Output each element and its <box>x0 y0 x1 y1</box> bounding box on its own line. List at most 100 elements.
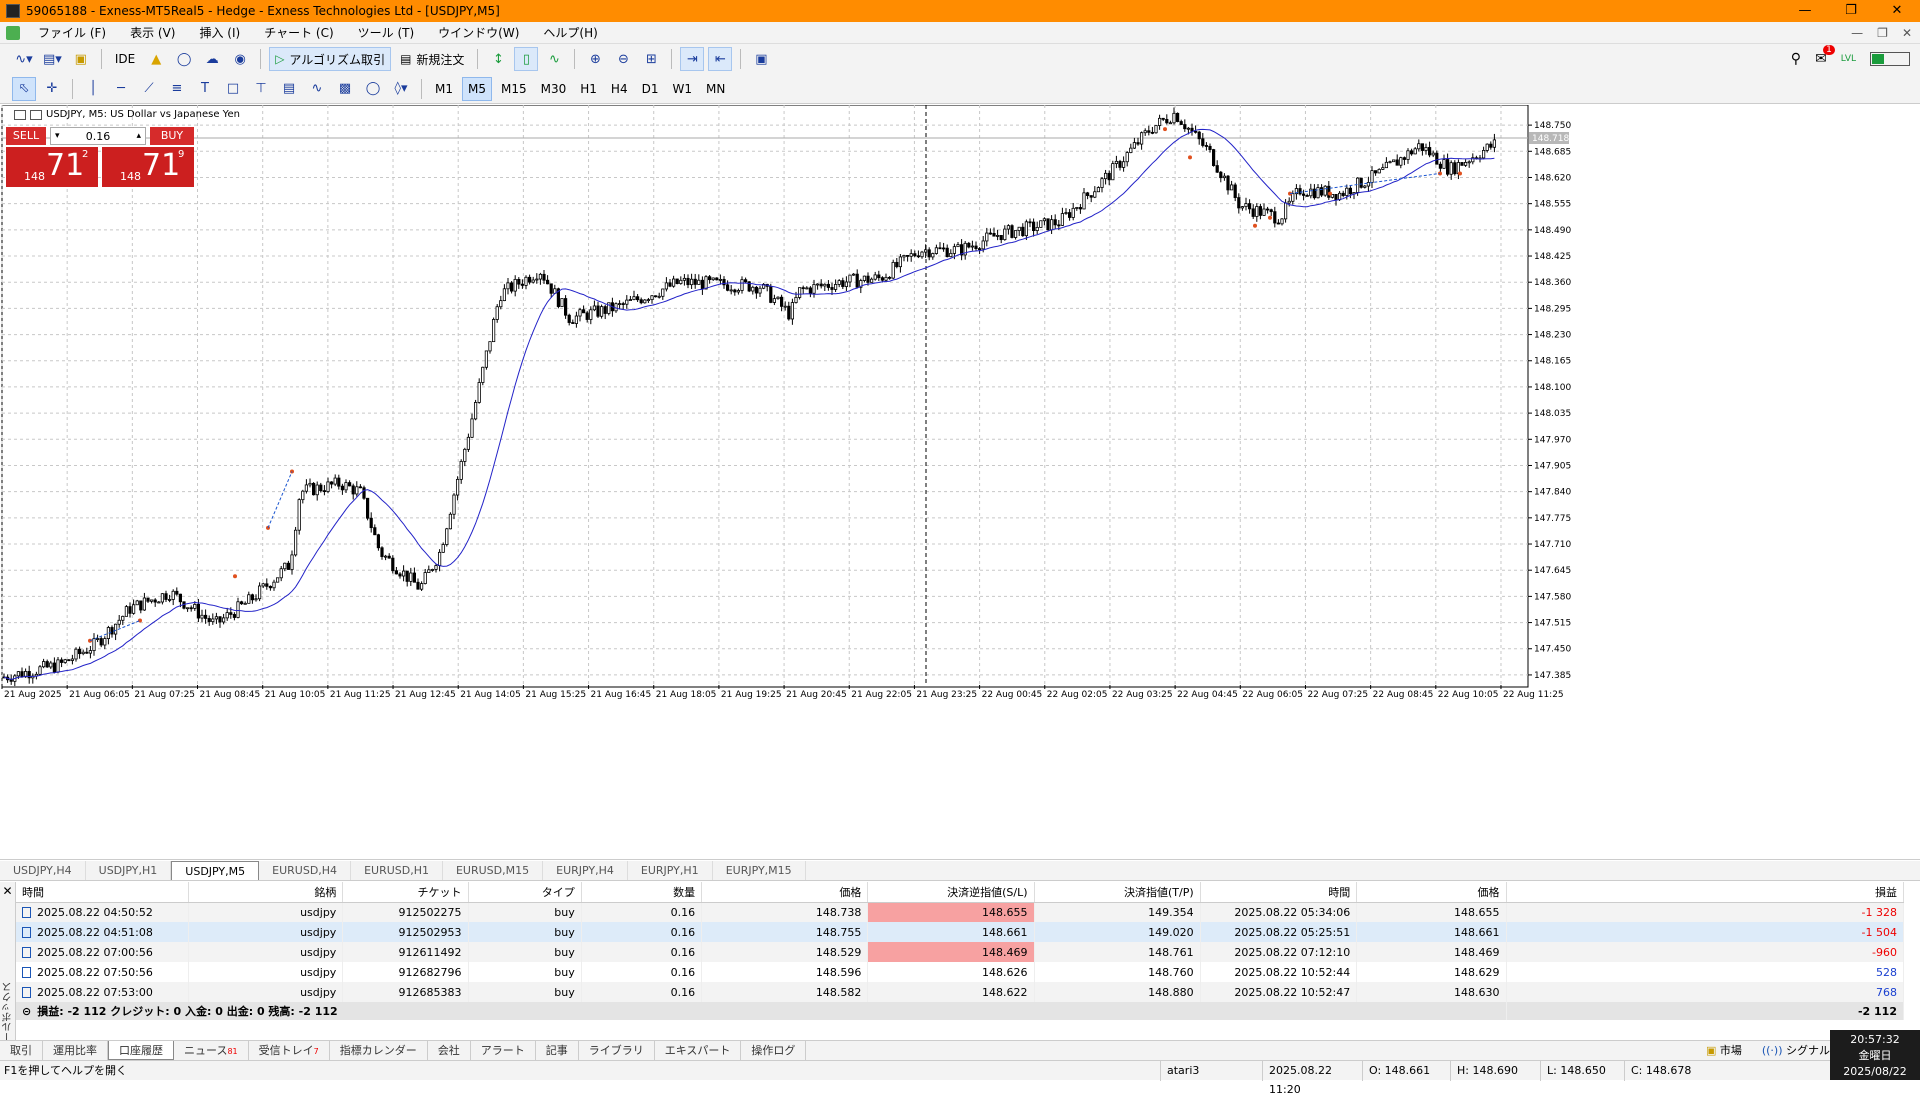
channel-icon[interactable]: ≡ <box>165 77 189 101</box>
more-shapes-icon[interactable]: ◊▾ <box>389 77 413 101</box>
column-header[interactable]: 数量 <box>581 882 703 903</box>
bottom-tab[interactable]: 取引 <box>0 1041 43 1060</box>
ide-button[interactable]: IDE <box>110 47 140 71</box>
bag-icon[interactable]: ▲ <box>144 47 168 71</box>
timeframe-h4[interactable]: H4 <box>606 77 633 101</box>
timeframe-w1[interactable]: W1 <box>667 77 697 101</box>
table-row[interactable]: 2025.08.22 07:50:56 usdjpy 912682796 buy 0.1… <box>16 962 1905 982</box>
chart-type-icon[interactable]: ∿▾ <box>12 47 36 71</box>
chart-tab[interactable]: EURJPY,H4 <box>543 861 628 880</box>
menu-insert[interactable]: 挿入 (I) <box>187 24 252 41</box>
autoscroll-icon[interactable]: ⇥ <box>680 47 705 71</box>
algo-trading-button[interactable]: ▷ アルゴリズム取引 <box>269 47 392 71</box>
templates-icon[interactable]: ▤▾ <box>40 47 65 71</box>
signals-button[interactable]: ((·)) シグナル <box>1762 1041 1830 1061</box>
column-header[interactable]: 決済逆指値(S/L) <box>867 882 1035 903</box>
timeframe-m5[interactable]: M5 <box>462 76 492 101</box>
menu-window[interactable]: ウインドウ(W) <box>426 24 531 41</box>
column-header[interactable]: 銘柄 <box>188 882 344 903</box>
column-header[interactable]: 損益 <box>1506 882 1905 903</box>
lot-size-input[interactable]: ▾ 0.16 ▴ <box>50 127 146 145</box>
close-toolbox-icon[interactable]: ✕ <box>0 884 15 898</box>
collapse-icon[interactable]: ⊝ <box>22 1005 31 1018</box>
chart-tab[interactable]: EURJPY,H1 <box>628 861 713 880</box>
cloud-icon[interactable]: ☁ <box>200 47 224 71</box>
tile-windows-icon[interactable]: ⊞ <box>639 47 663 71</box>
menu-tools[interactable]: ツール (T) <box>346 24 427 41</box>
cursor-icon[interactable]: ⬁ <box>12 76 36 101</box>
objects-icon[interactable]: ▤ <box>277 77 301 101</box>
sell-price[interactable]: 148 71 2 <box>6 147 98 187</box>
screenshot-icon[interactable]: ▣ <box>749 47 773 71</box>
chart-tab[interactable]: USDJPY,H4 <box>0 861 86 880</box>
timeframe-m30[interactable]: M30 <box>536 77 572 101</box>
new-order-button[interactable]: ▤ 新規注文 <box>395 47 469 71</box>
table-row[interactable]: 2025.08.22 04:50:52 usdjpy 912502275 buy 0.1… <box>16 902 1905 922</box>
chart-tab[interactable]: EURUSD,M15 <box>443 861 544 880</box>
chart-tab[interactable]: EURUSD,H1 <box>351 861 443 880</box>
column-header[interactable]: 決済指値(T/P) <box>1034 882 1201 903</box>
column-header[interactable]: 価格 <box>1356 882 1507 903</box>
bottom-tab[interactable]: ライブラリ <box>579 1041 655 1060</box>
table-row[interactable]: 2025.08.22 07:00:56 usdjpy 912611492 buy 0.1… <box>16 942 1905 962</box>
trendline-icon[interactable]: ⟋ <box>137 77 161 101</box>
column-header[interactable]: タイプ <box>468 882 582 903</box>
column-header[interactable]: 価格 <box>701 882 869 903</box>
bottom-tab[interactable]: エキスパート <box>655 1041 742 1060</box>
bottom-tab[interactable]: 口座履歴 <box>108 1041 174 1060</box>
candle-chart-icon[interactable]: ▯ <box>514 47 539 71</box>
table-row[interactable]: 2025.08.22 07:53:00 usdjpy 912685383 buy 0.1… <box>16 982 1905 1002</box>
bottom-tab[interactable]: 運用比率 <box>43 1041 108 1060</box>
bottom-tab[interactable]: 会社 <box>428 1041 471 1060</box>
line-chart-icon[interactable]: ∿ <box>542 47 566 71</box>
status-profile[interactable]: atari3 <box>1160 1061 1260 1081</box>
shapes-icon[interactable]: ◯ <box>361 77 385 101</box>
bottom-tab[interactable]: 操作ログ <box>741 1041 807 1060</box>
close-button[interactable]: ✕ <box>1874 0 1920 22</box>
chart-properties-icon[interactable] <box>30 109 42 120</box>
vps-icon[interactable]: ◉ <box>228 47 252 71</box>
sell-button[interactable]: SELL <box>6 127 46 145</box>
menu-file[interactable]: ファイル (F) <box>26 24 118 41</box>
market-icon[interactable]: ▣ <box>69 47 93 71</box>
bottom-tab[interactable]: アラート <box>471 1041 536 1060</box>
buy-price[interactable]: 148 71 9 <box>102 147 194 187</box>
menu-view[interactable]: 表示 (V) <box>118 24 187 41</box>
zoom-out-icon[interactable]: ⊖ <box>611 47 635 71</box>
menu-help[interactable]: ヘルプ(H) <box>531 24 609 41</box>
timeframe-m1[interactable]: M1 <box>430 77 458 101</box>
price-chart[interactable]: 148.750 148.685 148.620 148.555 148.490 148.4… <box>0 105 1920 860</box>
zoom-in-icon[interactable]: ⊕ <box>583 47 607 71</box>
indicators-icon[interactable]: ∿ <box>305 77 329 101</box>
mdi-close-button[interactable]: ✕ <box>1902 26 1912 40</box>
table-row[interactable]: 2025.08.22 04:51:08 usdjpy 912502953 buy 0.1… <box>16 922 1905 942</box>
search-icon[interactable]: ⚲ <box>1791 51 1801 67</box>
chart-tab[interactable]: USDJPY,H1 <box>86 861 172 880</box>
mdi-minimize-button[interactable]: — <box>1851 26 1863 40</box>
bottom-tab[interactable]: 受信トレイ7 <box>249 1041 330 1060</box>
notifications-icon[interactable]: ✉ 1 <box>1815 45 1835 67</box>
chart-menu-icon[interactable] <box>14 109 26 120</box>
crosshair-icon[interactable]: ✛ <box>40 77 64 101</box>
column-header[interactable]: 時間 <box>1200 882 1358 903</box>
column-header[interactable]: 時間 <box>16 882 190 903</box>
ok-icon[interactable]: ▩ <box>333 77 357 101</box>
horizontal-line-icon[interactable]: ─ <box>109 77 133 101</box>
chart-shift-icon[interactable]: ⇤ <box>708 47 733 71</box>
bottom-tab[interactable]: ニュース81 <box>174 1041 249 1060</box>
market-button[interactable]: ▣ 市場 <box>1706 1041 1742 1061</box>
buy-button[interactable]: BUY <box>150 127 194 145</box>
timeframe-d1[interactable]: D1 <box>637 77 664 101</box>
text-label-icon[interactable]: ⊤ <box>249 77 273 101</box>
bottom-tab[interactable]: 記事 <box>536 1041 579 1060</box>
bar-chart-icon[interactable]: ↕ <box>486 47 510 71</box>
timeframe-h1[interactable]: H1 <box>575 77 602 101</box>
rectangle-icon[interactable]: □ <box>221 77 245 101</box>
mdi-restore-button[interactable]: ❐ <box>1877 26 1888 40</box>
vertical-line-icon[interactable]: │ <box>81 77 105 101</box>
chart-tab[interactable]: EURJPY,M15 <box>713 861 806 880</box>
menu-chart[interactable]: チャート (C) <box>252 24 345 41</box>
bottom-tab[interactable]: 指標カレンダー <box>330 1041 428 1060</box>
minimize-button[interactable]: — <box>1782 0 1828 22</box>
chart-tab[interactable]: USDJPY,M5 <box>171 861 260 880</box>
